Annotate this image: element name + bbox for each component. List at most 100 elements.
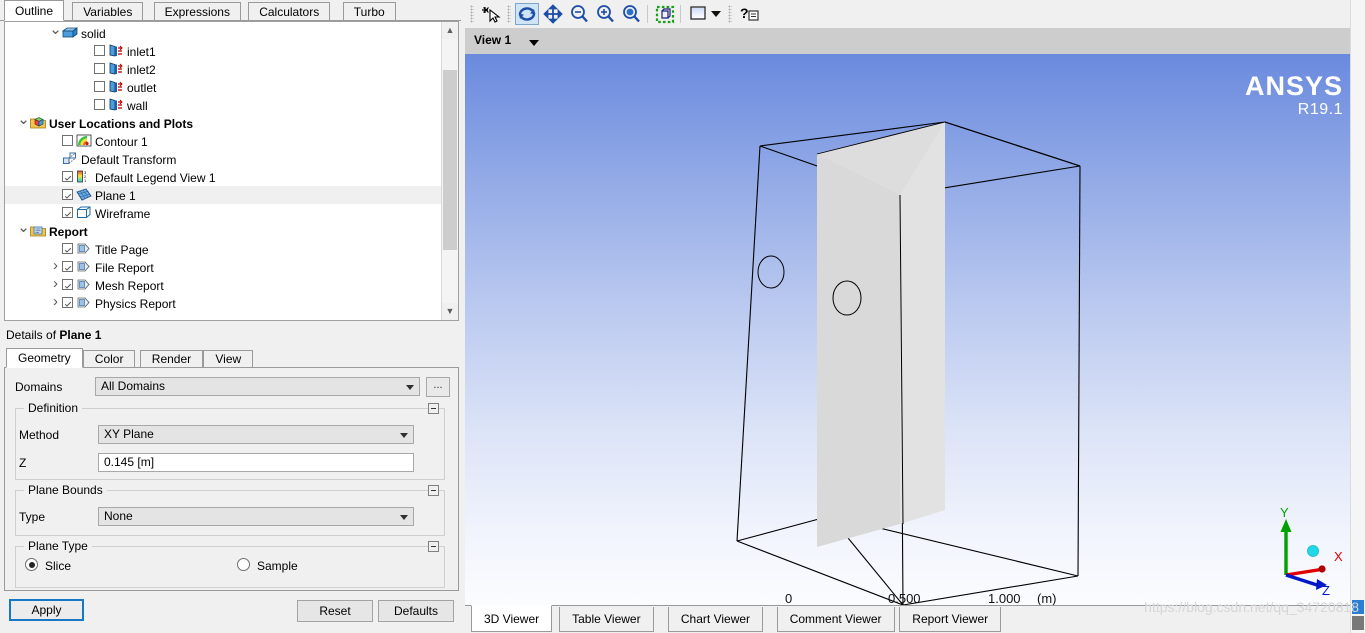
tree-item-file-report[interactable]: File Report [5,258,442,276]
zoom-fit-icon[interactable] [619,3,643,25]
z-input[interactable]: 0.145 [m] [98,453,414,472]
tree-item-label: inlet1 [127,44,156,59]
definition-collapse-icon[interactable] [428,403,439,414]
tree-item-checkbox[interactable] [94,99,105,111]
chevron-down-icon[interactable] [17,222,30,240]
tree-item-checkbox[interactable] [94,81,105,93]
toolbar-grip[interactable] [470,5,474,23]
scroll-down-arrow-icon[interactable]: ▼ [442,303,458,320]
details-tab-geometry[interactable]: Geometry [6,348,83,368]
tree-item-report[interactable]: Report [5,222,442,240]
viewer-tab-comment-viewer[interactable]: Comment Viewer [776,607,895,632]
chevron-down-icon[interactable] [17,114,30,132]
plane-bounds-collapse-icon[interactable] [428,485,439,496]
details-tab-color[interactable]: Color [82,350,136,368]
scale-label-1000: 1.000 [988,591,1021,605]
chevron-right-icon[interactable] [49,294,62,312]
apply-button[interactable]: Apply [9,599,84,621]
tab-calculators[interactable]: Calculators [248,2,331,21]
tree-item-inlet1[interactable]: inlet1 [5,42,442,60]
tab-outline[interactable]: Outline [4,0,65,21]
tree-item-checkbox[interactable] [62,279,73,291]
background-color-icon[interactable] [687,3,709,25]
defaults-button[interactable]: Defaults [378,600,454,622]
reset-button[interactable]: Reset [297,600,373,622]
background-color-chevron-down-icon[interactable] [708,3,724,25]
tree-item-solid[interactable]: solid [5,24,442,42]
viewer-tab-3d-viewer[interactable]: 3D Viewer [471,605,553,632]
sample-radio[interactable] [237,558,250,571]
tree-item-label: Contour 1 [95,134,148,149]
details-tab-view[interactable]: View [203,350,254,368]
domain-icon [61,26,79,40]
tree-expander-placeholder [81,60,94,78]
chevron-down-icon[interactable] [49,24,62,42]
tree-item-checkbox[interactable] [94,45,105,57]
view-chevron-down-icon[interactable] [529,40,539,46]
tree-item-checkbox[interactable] [62,297,73,309]
right-scroll-block[interactable] [1352,616,1364,630]
tree-item-physics-report[interactable]: Physics Report [5,294,442,312]
tree-item-label: Default Legend View 1 [95,170,216,185]
tab-variables[interactable]: Variables [72,2,144,21]
tree-item-contour-1[interactable]: Contour 1 [5,132,442,150]
boundary-icon [108,80,124,94]
tree-item-mesh-report[interactable]: Mesh Report [5,276,442,294]
tree-item-wireframe[interactable]: Wireframe [5,204,442,222]
tree-item-user-locations-and-plots[interactable]: User Locations and Plots [5,114,442,132]
tree-item-checkbox[interactable] [62,189,73,201]
plane-type-group: Plane Type [15,539,445,588]
hole-left [757,255,785,289]
boundary-icon [108,98,124,112]
bounds-type-select[interactable]: None [98,507,414,526]
tree-expander-placeholder [49,240,62,258]
tree-item-checkbox[interactable] [62,261,73,273]
view-selector-bar[interactable]: View 1 [465,28,1365,54]
right-scrollbar[interactable] [1350,0,1365,633]
tree-item-title-page[interactable]: Title Page [5,240,442,258]
left-panel: Outline Variables Expressions Calculators Tu… [0,0,461,633]
tree-item-checkbox[interactable] [62,243,73,255]
tree-item-label: inlet2 [127,62,156,77]
viewer-tab-table-viewer[interactable]: Table Viewer [559,607,654,632]
help-icon[interactable]: ? [737,3,761,25]
method-select[interactable]: XY Plane [98,425,414,444]
outline-tree[interactable]: solid inlet1 inlet2 outlet wall User Location… [4,21,459,321]
zoom-box-icon[interactable] [567,3,591,25]
tree-item-checkbox[interactable] [62,171,73,183]
tree-scrollbar[interactable]: ▲ ▼ [441,22,458,320]
toolbar-grip-3[interactable] [728,5,732,23]
tab-turbo[interactable]: Turbo [342,2,396,21]
domains-select[interactable]: All Domains [95,377,420,396]
chevron-right-icon[interactable] [49,276,62,294]
tree-item-default-transform[interactable]: Default Transform [5,150,442,168]
zoom-in-icon[interactable] [593,3,617,25]
details-tab-render[interactable]: Render [139,350,204,368]
viewer-tab-chart-viewer[interactable]: Chart Viewer [667,607,764,632]
tree-item-default-legend-view-1[interactable]: 3 2 1 Default Legend View 1 [5,168,442,186]
scroll-up-arrow-icon[interactable]: ▲ [442,22,458,39]
toggle-visibility-icon[interactable] [653,3,677,25]
plane-type-group-title: Plane Type [24,539,92,553]
tree-item-wall[interactable]: wall [5,96,442,114]
slice-radio[interactable] [25,558,38,571]
tree-item-inlet2[interactable]: inlet2 [5,60,442,78]
toolbar-grip-2[interactable] [507,5,511,23]
scroll-thumb[interactable] [443,70,457,250]
pan-icon[interactable] [541,3,565,25]
chevron-right-icon[interactable] [49,258,62,276]
tab-expressions[interactable]: Expressions [153,2,241,21]
plane-type-collapse-icon[interactable] [428,541,439,552]
select-pointer-icon[interactable] [479,3,503,25]
svg-text:Y: Y [1280,507,1289,520]
3d-viewport[interactable]: 0 0.500 1.000 (m) 0.250 0.750 ANSYS R19.… [465,54,1365,605]
tree-item-checkbox[interactable] [94,63,105,75]
tree-item-checkbox[interactable] [62,207,73,219]
rotate-icon[interactable] [515,3,539,25]
viewer-tab-report-viewer[interactable]: Report Viewer [899,607,1002,632]
domains-browse-button[interactable]: ... [426,377,450,397]
tree-item-outlet[interactable]: outlet [5,78,442,96]
tree-item-checkbox[interactable] [62,135,73,147]
ansys-logo-version: R19.1 [1297,101,1343,118]
tree-item-plane-1[interactable]: Plane 1 [5,186,442,204]
